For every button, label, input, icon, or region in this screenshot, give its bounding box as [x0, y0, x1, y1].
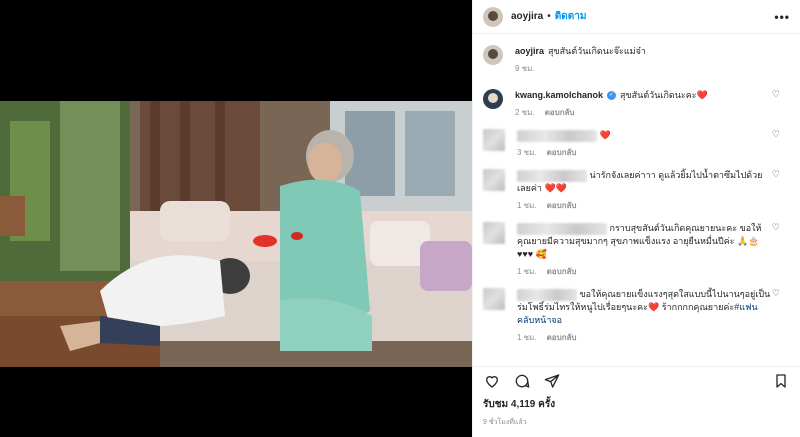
post-video[interactable]	[0, 101, 472, 367]
comments-list: aoyjira สุขสันต์วันเกิดนะจ๊ะแม่จ๋า 9 ชม. …	[473, 35, 800, 365]
comment-like-icon[interactable]: ♡	[772, 169, 780, 180]
reply-button[interactable]: ตอบกลับ	[547, 267, 577, 276]
verified-badge-icon: ✓	[607, 91, 617, 101]
blurred-username	[517, 129, 597, 142]
more-options-icon[interactable]: •••	[774, 10, 790, 24]
blurred-username	[517, 169, 587, 182]
post-time-ago: 9 ชั่วโมงที่แล้ว	[483, 419, 527, 426]
bookmark-icon[interactable]	[772, 372, 790, 390]
comment-time: 2 ชม.	[515, 108, 535, 117]
post-header: aoyjira • ติดตาม •••	[473, 0, 800, 34]
comment-time: 1 ชม.	[517, 267, 537, 276]
comment-like-icon[interactable]: ♡	[772, 129, 780, 140]
follow-button[interactable]: ติดตาม	[555, 9, 587, 24]
reply-button[interactable]: ตอบกลับ	[547, 148, 577, 157]
comment-text-2: ร้ากกกกคุณยายค่ะ	[661, 302, 735, 312]
caption-text: สุขสันต์วันเกิดนะจ๊ะแม่จ๋า	[548, 46, 646, 56]
heart-emoji: ❤️	[696, 90, 708, 100]
author-avatar[interactable]	[483, 6, 503, 27]
comment-text: สุขสันต์วันเกิดนะคะ	[620, 90, 697, 100]
caption: aoyjira สุขสันต์วันเกิดนะจ๊ะแม่จ๋า 9 ชม.	[483, 45, 790, 75]
heart-emoji: ❤️❤️	[544, 183, 567, 193]
post-panel: aoyjira • ติดตาม ••• aoyjira สุขสันต์วันเ…	[472, 0, 800, 437]
video-frame	[0, 101, 472, 367]
comment-avatar[interactable]	[483, 222, 505, 244]
blurred-username	[517, 288, 577, 301]
author-username[interactable]: aoyjira	[511, 11, 543, 22]
comment-item: กราบสุขสันต์วันเกิดคุณยายนะคะ ขอให้คุณยา…	[483, 222, 790, 278]
instagram-post: aoyjira • ติดตาม ••• aoyjira สุขสันต์วันเ…	[0, 0, 800, 437]
caption-time: 9 ชม.	[515, 64, 535, 73]
comment-avatar[interactable]	[483, 169, 505, 191]
comment-username[interactable]: kwang.kamolchanok	[515, 90, 603, 100]
comment-time: 1 ชม.	[517, 333, 537, 342]
separator-dot: •	[547, 11, 551, 22]
heart-emoji: ❤️	[648, 302, 660, 312]
media-area	[0, 0, 472, 437]
comment-avatar[interactable]	[483, 288, 505, 310]
comment-item: ขอให้คุณยายแข็งแรงๆสุดใสแบบนี้ไปนานๆอยู่…	[483, 288, 790, 344]
reply-button[interactable]: ตอบกลับ	[547, 333, 577, 342]
paper-plane-icon[interactable]	[543, 372, 561, 390]
heart-emoji: ❤️	[599, 130, 611, 140]
caption-username[interactable]: aoyjira	[515, 46, 544, 56]
action-bar	[473, 366, 800, 394]
comment-icon[interactable]	[513, 372, 531, 390]
reply-button[interactable]: ตอบกลับ	[545, 108, 575, 117]
comment-time: 3 ชม.	[517, 148, 537, 157]
comment-avatar[interactable]	[483, 129, 505, 151]
reply-button[interactable]: ตอบกลับ	[547, 201, 577, 210]
comment-item: ❤️ 3 ชม. ตอบกลับ ♡	[483, 129, 790, 159]
comment-time: 1 ชม.	[517, 201, 537, 210]
comment-like-icon[interactable]: ♡	[772, 222, 780, 233]
heart-icon[interactable]	[483, 372, 501, 390]
comment-like-icon[interactable]: ♡	[772, 288, 780, 299]
comment-item: kwang.kamolchanok ✓ สุขสันต์วันเกิดนะคะ❤️ …	[483, 89, 790, 119]
views-count[interactable]: รับชม 4,119 ครั้ง	[483, 397, 555, 412]
comment-avatar[interactable]	[483, 89, 503, 109]
comment-like-icon[interactable]: ♡	[772, 89, 780, 100]
comment-item: น่ารักจังเลยค่าาา ดูแล้วยิ้มไปน้ำตาซึมไป…	[483, 169, 790, 212]
blurred-username	[517, 222, 607, 235]
caption-avatar[interactable]	[483, 45, 503, 65]
